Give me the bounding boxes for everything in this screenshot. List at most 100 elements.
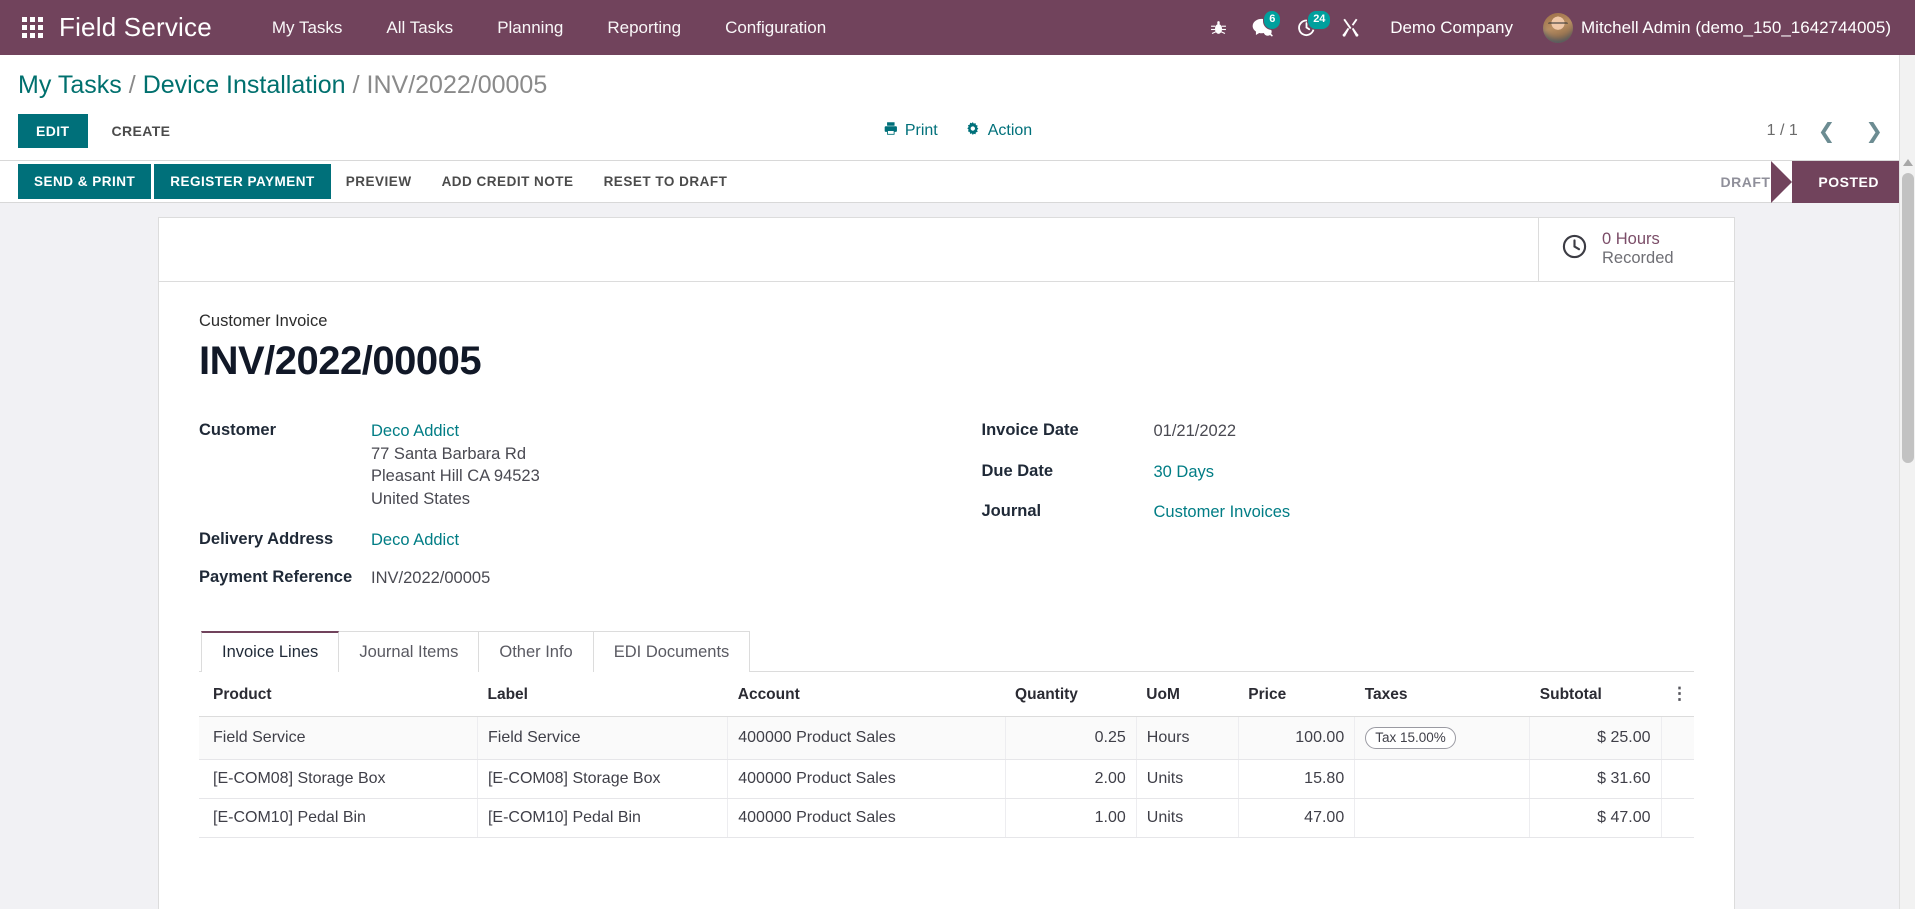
hours-recorded-value: 0 Hours — [1602, 230, 1660, 248]
cell-price: 47.00 — [1238, 798, 1356, 838]
systray: 6 24 Demo Company Mitchell Admin (demo_1… — [1198, 9, 1899, 47]
bug-icon[interactable] — [1198, 9, 1238, 47]
stage-posted[interactable]: POSTED — [1771, 160, 1915, 203]
send-and-print-button[interactable]: SEND & PRINT — [18, 164, 152, 199]
create-button[interactable]: CREATE — [94, 114, 189, 148]
cell-product: [E-COM10] Pedal Bin — [199, 798, 478, 838]
table-row[interactable]: [E-COM10] Pedal Bin [E-COM10] Pedal Bin … — [199, 798, 1694, 838]
cell-uom: Units — [1136, 798, 1239, 838]
menu-item-reporting[interactable]: Reporting — [585, 12, 703, 44]
field-journal-value[interactable]: Customer Invoices — [1154, 501, 1291, 524]
document-type-label: Customer Invoice — [199, 311, 328, 330]
field-delivery-address: Delivery Address Deco Addict — [199, 529, 912, 552]
field-journal: Journal Customer Invoices — [982, 501, 1695, 524]
field-due-date-label: Due Date — [981, 461, 1054, 480]
chevron-left-icon[interactable]: ❮ — [1808, 121, 1846, 142]
column-header-account[interactable]: Account — [727, 671, 1006, 717]
tab-journal-items[interactable]: Journal Items — [339, 630, 480, 672]
tab-edi-documents[interactable]: EDI Documents — [593, 630, 751, 672]
scrollbar-thumb[interactable] — [1902, 173, 1914, 463]
breadcrumb-item-current: INV/2022/00005 — [366, 71, 548, 99]
printer-icon — [883, 121, 898, 141]
preview-button[interactable]: PREVIEW — [331, 164, 427, 199]
edit-button[interactable]: EDIT — [18, 114, 88, 148]
company-switcher[interactable]: Demo Company — [1374, 12, 1529, 44]
chevron-right-icon[interactable]: ❯ — [1855, 121, 1893, 142]
status-stages: DRAFT POSTED — [1694, 160, 1915, 203]
activities-clock-icon[interactable]: 24 — [1286, 9, 1332, 47]
breadcrumb-separator: / — [128, 71, 136, 99]
cell-label: [E-COM08] Storage Box — [477, 759, 729, 799]
table-row[interactable]: Field Service Field Service 400000 Produ… — [199, 716, 1694, 760]
top-navbar: Field Service My Tasks All Tasks Plannin… — [0, 0, 1915, 55]
cell-uom: Hours — [1136, 716, 1239, 760]
scrollbar-up-arrow[interactable] — [1903, 159, 1913, 166]
column-header-subtotal[interactable]: Subtotal — [1529, 671, 1661, 717]
cell-taxes — [1354, 798, 1531, 838]
tax-badge: Tax 15.00% — [1365, 726, 1456, 749]
print-label: Print — [904, 122, 938, 139]
status-bar: SEND & PRINT REGISTER PAYMENT PREVIEW AD… — [0, 160, 1915, 203]
breadcrumb-item-device-installation[interactable]: Device Installation — [143, 71, 346, 100]
field-journal-label: Journal — [981, 502, 1042, 521]
gear-icon — [966, 121, 981, 141]
menu-item-all-tasks[interactable]: All Tasks — [364, 12, 475, 44]
tools-icon[interactable] — [1330, 9, 1370, 47]
page-scrollbar[interactable] — [1899, 55, 1915, 909]
cell-label: [E-COM10] Pedal Bin — [477, 798, 729, 838]
field-due-date-value[interactable]: 30 Days — [1154, 461, 1215, 484]
control-panel: My Tasks / Device Installation / INV/202… — [0, 55, 1915, 161]
action-label: Action — [987, 122, 1033, 139]
apps-grid-icon[interactable] — [22, 17, 43, 38]
add-credit-note-button[interactable]: ADD CREDIT NOTE — [427, 164, 589, 199]
field-invoice-date-label: Invoice Date — [981, 420, 1079, 439]
field-customer: Customer Deco Addict 77 Santa Barbara Rd… — [199, 420, 912, 511]
cell-taxes: Tax 15.00% — [1354, 716, 1531, 760]
reset-to-draft-button[interactable]: RESET TO DRAFT — [589, 164, 743, 199]
column-options-icon[interactable]: ⋮ — [1661, 671, 1694, 717]
hours-recorded-label: Recorded — [1602, 249, 1674, 268]
user-menu[interactable]: Mitchell Admin (demo_150_1642744005) — [1533, 9, 1899, 47]
field-invoice-date: Invoice Date 01/21/2022 — [982, 420, 1695, 443]
cell-options — [1661, 759, 1694, 799]
breadcrumb-item-my-tasks[interactable]: My Tasks — [18, 71, 122, 100]
tab-other-info[interactable]: Other Info — [479, 630, 594, 672]
cell-subtotal: $ 47.00 — [1529, 798, 1662, 838]
cell-account: 400000 Product Sales — [727, 798, 1006, 838]
print-menu[interactable]: Print — [883, 121, 938, 141]
field-delivery-address-value[interactable]: Deco Addict — [371, 529, 459, 552]
page-title: INV/2022/00005 — [199, 338, 482, 383]
cell-label: Field Service — [477, 716, 729, 760]
form-view-content: 0 Hours Recorded Customer Invoice INV/20… — [0, 203, 1915, 909]
column-header-price[interactable]: Price — [1238, 671, 1355, 717]
breadcrumb-separator: / — [352, 71, 360, 99]
app-brand-title[interactable]: Field Service — [59, 12, 212, 43]
messages-icon[interactable]: 6 — [1242, 9, 1282, 47]
field-payment-reference-value: INV/2022/00005 — [371, 568, 491, 587]
column-header-quantity[interactable]: Quantity — [1005, 671, 1137, 717]
cell-price: 100.00 — [1238, 716, 1356, 760]
invoice-fields-right: Invoice Date 01/21/2022 Due Date 30 Days… — [912, 420, 1695, 603]
customer-address-line-2: Pleasant Hill CA 94523 — [371, 467, 540, 486]
cell-quantity: 2.00 — [1005, 759, 1137, 799]
field-customer-value[interactable]: Deco Addict — [371, 420, 540, 443]
invoice-fields: Customer Deco Addict 77 Santa Barbara Rd… — [199, 420, 1694, 603]
invoice-lines-table: Product Label Account Quantity UoM Price… — [199, 671, 1694, 838]
cell-options — [1661, 716, 1694, 760]
hours-recorded-smart-button[interactable]: 0 Hours Recorded — [1538, 218, 1734, 281]
register-payment-button[interactable]: REGISTER PAYMENT — [154, 164, 331, 199]
menu-item-my-tasks[interactable]: My Tasks — [250, 12, 365, 44]
column-header-uom[interactable]: UoM — [1136, 671, 1239, 717]
tab-invoice-lines[interactable]: Invoice Lines — [201, 630, 340, 672]
column-header-taxes[interactable]: Taxes — [1354, 671, 1530, 717]
field-customer-label: Customer — [199, 420, 277, 439]
column-header-product[interactable]: Product — [199, 671, 478, 717]
action-menu[interactable]: Action — [966, 121, 1032, 141]
menu-item-configuration[interactable]: Configuration — [703, 12, 848, 44]
cell-subtotal: $ 25.00 — [1529, 716, 1662, 760]
table-row[interactable]: [E-COM08] Storage Box [E-COM08] Storage … — [199, 759, 1694, 799]
menu-item-planning[interactable]: Planning — [475, 12, 585, 44]
cell-price: 15.80 — [1238, 759, 1356, 799]
column-header-label[interactable]: Label — [477, 671, 728, 717]
cell-taxes — [1354, 759, 1531, 799]
